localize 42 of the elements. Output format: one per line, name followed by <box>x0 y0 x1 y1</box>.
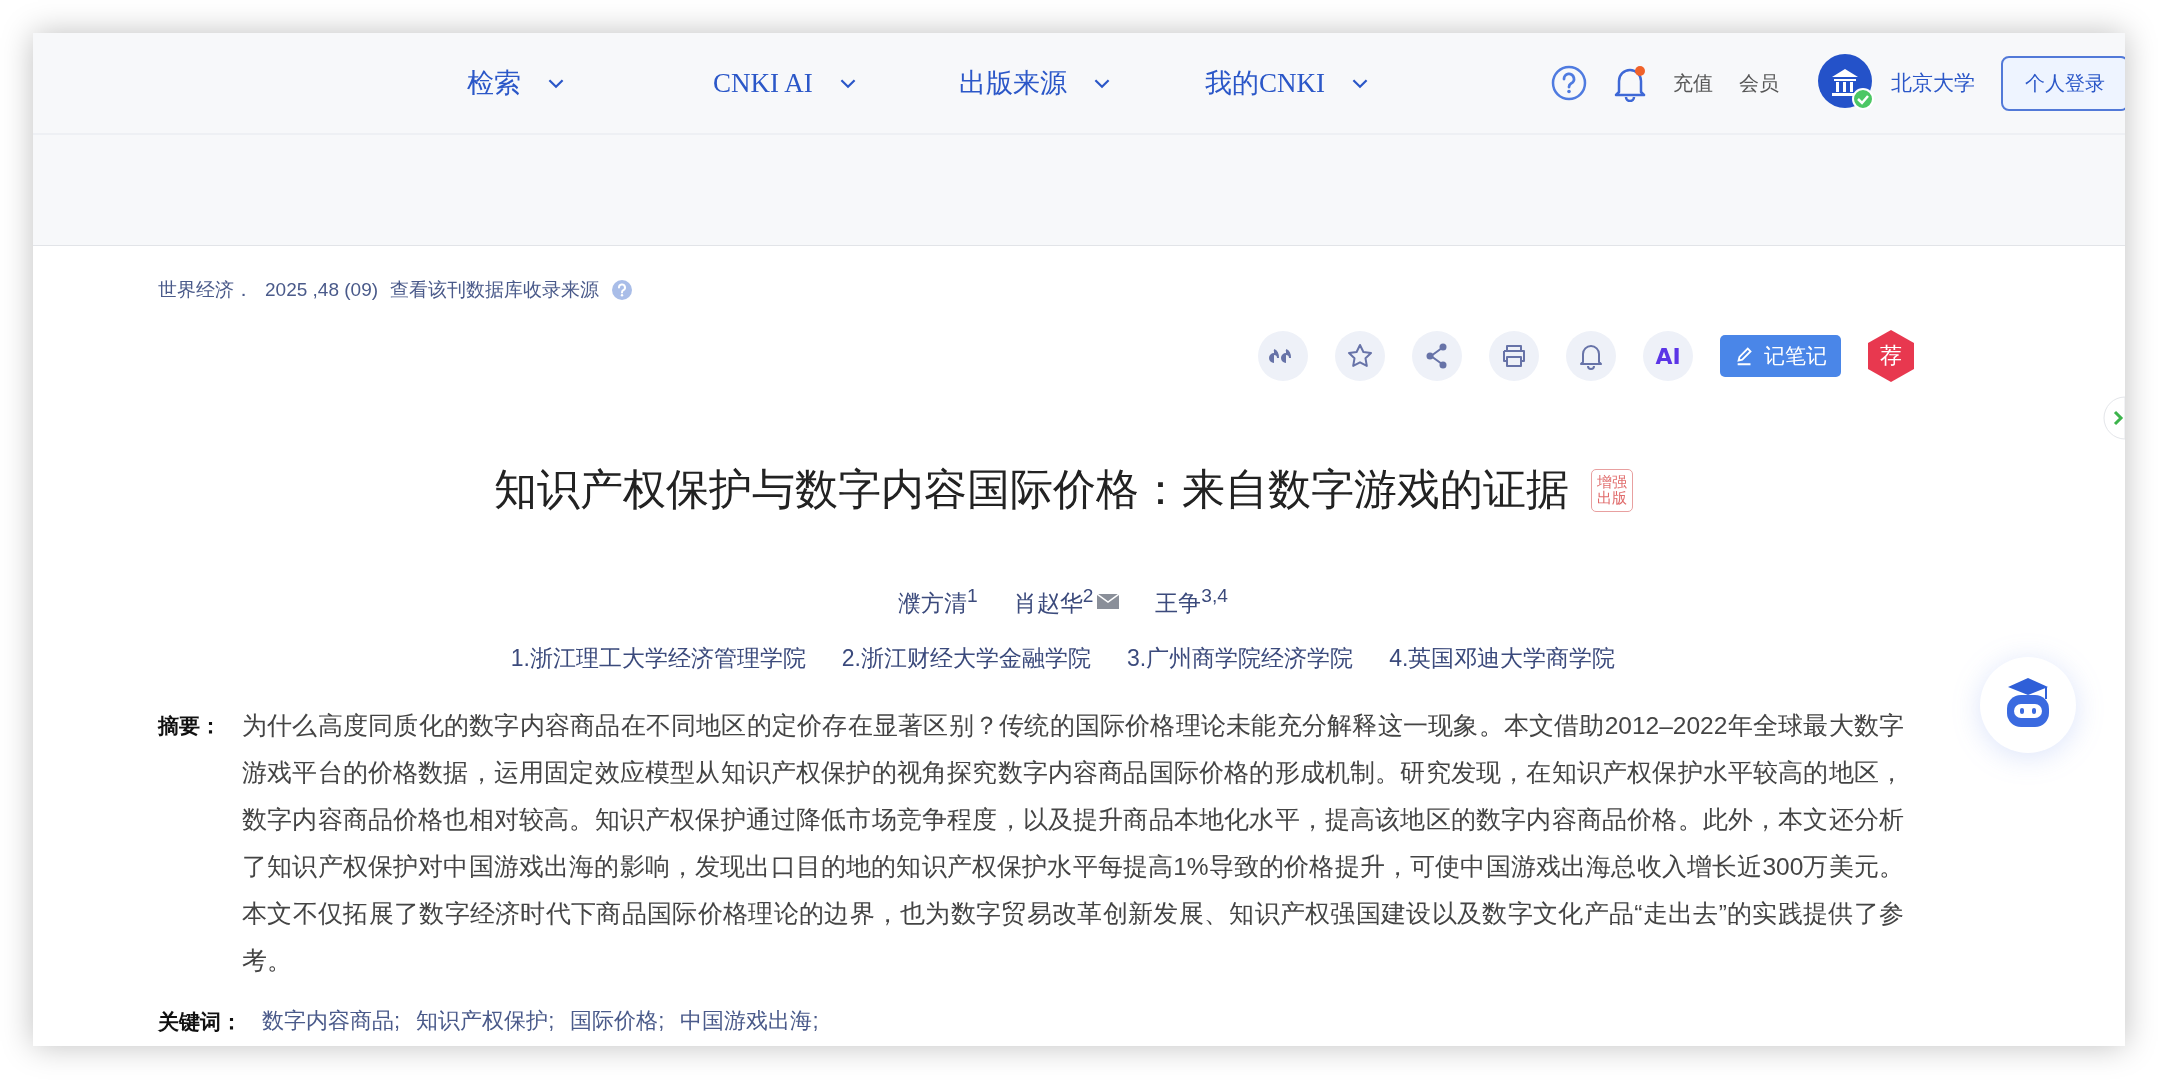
article-title: 知识产权保护与数字内容国际价格：来自数字游戏的证据 <box>493 464 1569 515</box>
login-button[interactable]: 个人登录 <box>2001 55 2125 111</box>
nav-menu-item[interactable]: CNKI AI <box>713 65 959 101</box>
chevron-down-icon[interactable] <box>1351 77 1369 89</box>
author-name[interactable]: 王争$^{3,4}$ <box>1155 585 1228 619</box>
take-notes-button[interactable]: 记笔记 <box>1720 335 1841 377</box>
abstract-label: 摘要： <box>158 712 222 739</box>
chevron-down-icon[interactable] <box>1093 77 1111 89</box>
side-panel-toggle-icon[interactable] <box>2101 396 2125 440</box>
chevron-down-icon[interactable] <box>838 77 857 89</box>
keyword-link[interactable]: 数字内容商品; <box>262 1006 401 1037</box>
keyword-link[interactable]: 中国游戏出海; <box>680 1006 819 1037</box>
institution-avatar-icon <box>1817 53 1877 113</box>
nav-menu-item[interactable]: 出版来源 <box>959 65 1205 101</box>
institution-name: 北京大学 <box>1891 70 1975 96</box>
author-name[interactable]: 濮方清$^{1}$ <box>898 585 978 619</box>
help-icon[interactable] <box>1551 65 1587 101</box>
author-name[interactable]: 肖赵华$^{2}$ <box>1013 585 1094 619</box>
journal-name[interactable]: 世界经济． <box>158 277 253 303</box>
affiliation-link[interactable]: 1.浙江理工大学经济管理学院 <box>510 642 806 674</box>
email-icon[interactable] <box>1097 594 1120 610</box>
quote-icon[interactable] <box>1258 331 1308 381</box>
database-source-link[interactable]: 查看该刊数据库收录来源 <box>390 277 600 303</box>
keyword-link[interactable]: 国际价格; <box>570 1006 665 1037</box>
recommend-badge[interactable]: 荐 <box>1868 330 1914 382</box>
share-icon[interactable] <box>1412 331 1462 381</box>
affiliation-link[interactable]: 3.广州商学院经济学院 <box>1127 642 1354 674</box>
journal-issue: 2025 ,48 (09) <box>265 279 379 301</box>
nav-menu-item[interactable]: 检索 <box>467 65 713 101</box>
ai-button[interactable]: AI <box>1643 331 1693 381</box>
abstract-text: 为什么高度同质化的数字内容商品在不同地区的定价存在显著区别？传统的国际价格理论未能充分解释这一现象。本文借助2012–2022年全球最大数字游戏平台的价格数据，运用固定效应模型从知识产权保护的视角探究数字内容商品国际价格的形成机制。研究发现，在知识产权保护水平较高的地区，数字内容商品价格也相对较高。知识产权保护通过降低市场竞争程度，以及提升商品本地化水平，提高该地区的数字内容商品价格。此外，本文还分析了知识产权保护对中国游戏出海的影响，发现出口目的地的知识产权保护水平每提高1%导致的价格提升，可使中国游戏出海总收入增长近300万美元。本文不仅拓展了数字经济时代下商品国际价格理论的边界，也为数字贸易改革创新发展、知识产权强国建设以及数字文化产品“走出去”的实践提供了参考。 <box>242 710 1904 976</box>
print-icon[interactable] <box>1489 331 1539 381</box>
chevron-down-icon[interactable] <box>547 77 565 89</box>
nav-link[interactable]: 会员 <box>1739 69 1779 97</box>
affiliation-link[interactable]: 4.英国邓迪大学商学院 <box>1389 642 1616 674</box>
keywords-label: 关键词： <box>158 1008 242 1035</box>
nav-link[interactable]: 充值 <box>1673 69 1713 97</box>
nav-menu-item[interactable]: 我的CNKI <box>1205 65 1451 101</box>
bell-icon[interactable] <box>1566 331 1616 381</box>
notification-bell-icon[interactable] <box>1613 64 1647 102</box>
affiliation-link[interactable]: 2.浙江财经大学金融学院 <box>841 642 1091 674</box>
keyword-link[interactable]: 知识产权保护; <box>416 1006 555 1037</box>
